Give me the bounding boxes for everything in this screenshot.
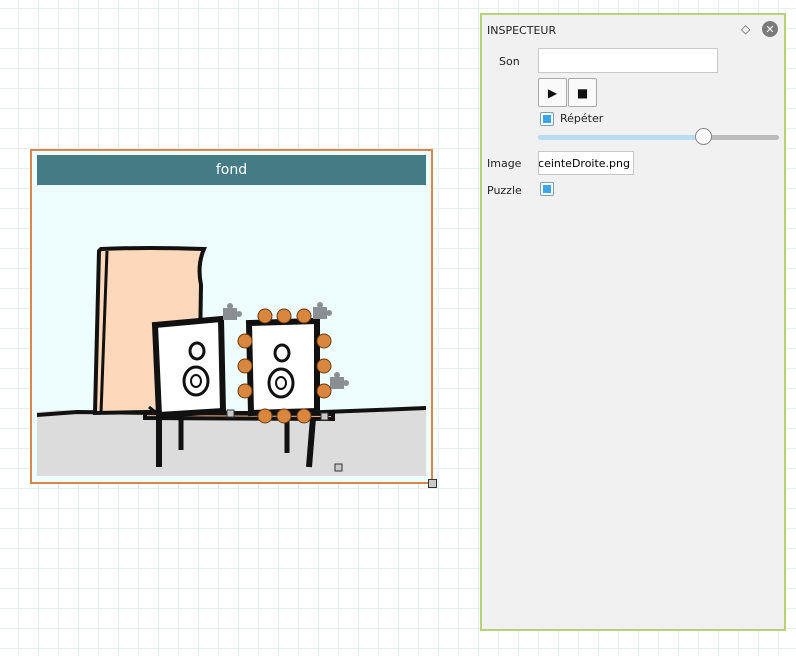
close-icon[interactable]: ✕ — [762, 21, 778, 37]
scene-illustration — [37, 246, 426, 476]
puzzle-checkbox[interactable] — [540, 182, 554, 196]
repeat-checkbox[interactable] — [540, 112, 554, 126]
speaker-right — [245, 317, 320, 417]
image-label: Image — [487, 157, 522, 170]
inspector-title: INSPECTEUR — [487, 24, 557, 37]
sound-input[interactable] — [538, 48, 718, 73]
float-diamond-icon[interactable]: ◇ — [741, 22, 750, 36]
repeat-label: Répéter — [560, 112, 604, 125]
stop-button[interactable]: ■ — [568, 78, 597, 107]
speaker-left — [148, 315, 227, 419]
slider-thumb[interactable] — [695, 128, 712, 145]
scene-resize-handle[interactable] — [428, 479, 437, 488]
stop-icon: ■ — [576, 85, 589, 100]
puzzle-label: Puzzle — [487, 184, 522, 197]
play-icon: ▶ — [547, 85, 558, 100]
image-value: EnceinteDroite.png — [538, 157, 630, 170]
play-button[interactable]: ▶ — [538, 78, 567, 107]
slider-fill — [538, 135, 704, 140]
image-field[interactable]: EnceinteDroite.png — [538, 151, 634, 175]
sound-label: Son — [499, 55, 520, 68]
scene-frame[interactable]: fond — [30, 149, 433, 484]
scene-title: fond — [37, 155, 426, 185]
volume-slider[interactable] — [538, 128, 780, 146]
inspector-panel: INSPECTEUR ◇ ✕ Son ▶ ■ Répéter Image Enc… — [480, 13, 786, 631]
